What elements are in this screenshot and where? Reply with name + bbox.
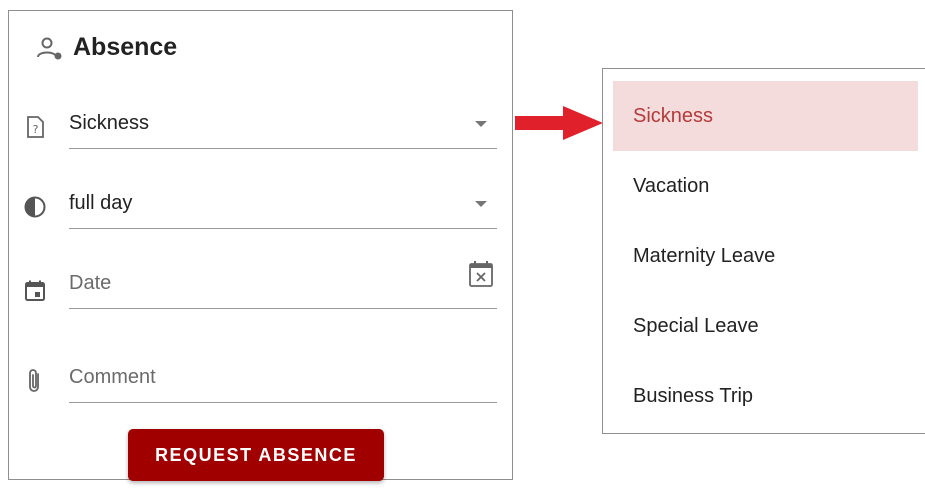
form-title: Absence — [73, 33, 178, 61]
page: Absence ? Sickness full day Date Comment… — [0, 0, 925, 490]
calendar-clear-icon[interactable] — [467, 259, 495, 289]
calendar-icon — [23, 279, 47, 303]
date-row: Date — [23, 261, 497, 309]
comment-placeholder: Comment — [69, 366, 156, 388]
option-vacation[interactable]: Vacation — [613, 151, 918, 221]
comment-row: Comment — [23, 363, 497, 403]
option-maternity-leave[interactable]: Maternity Leave — [613, 221, 918, 291]
person-settings-icon — [35, 34, 63, 62]
absence-type-value: Sickness — [69, 112, 150, 134]
option-special-leave[interactable]: Special Leave — [613, 291, 918, 361]
option-sickness[interactable]: Sickness — [613, 81, 918, 151]
form-header: Absence — [35, 33, 177, 62]
absence-type-select[interactable]: Sickness — [69, 109, 497, 149]
chevron-down-icon — [475, 121, 487, 127]
half-circle-icon — [23, 195, 47, 219]
option-label: Special Leave — [633, 315, 759, 337]
red-arrow-icon — [515, 106, 603, 140]
option-business-trip[interactable]: Business Trip — [613, 361, 918, 431]
option-label: Maternity Leave — [633, 245, 776, 267]
date-input[interactable]: Date — [69, 261, 497, 309]
date-placeholder: Date — [69, 272, 112, 294]
help-document-icon: ? — [23, 115, 47, 139]
absence-type-options: Sickness Vacation Maternity Leave Specia… — [602, 68, 925, 434]
chevron-down-icon — [475, 201, 487, 207]
option-label: Business Trip — [633, 385, 754, 407]
svg-text:?: ? — [33, 123, 39, 136]
request-absence-button[interactable]: REQUEST ABSENCE — [128, 429, 384, 481]
option-label: Sickness — [633, 105, 714, 127]
absence-form-card: Absence ? Sickness full day Date Comment… — [8, 10, 513, 481]
paperclip-icon — [23, 367, 47, 392]
duration-row: full day — [23, 189, 497, 229]
duration-value: full day — [69, 192, 133, 214]
absence-type-row: ? Sickness — [23, 109, 497, 149]
duration-select[interactable]: full day — [69, 189, 497, 229]
comment-input[interactable]: Comment — [69, 363, 497, 403]
option-label: Vacation — [633, 175, 710, 197]
